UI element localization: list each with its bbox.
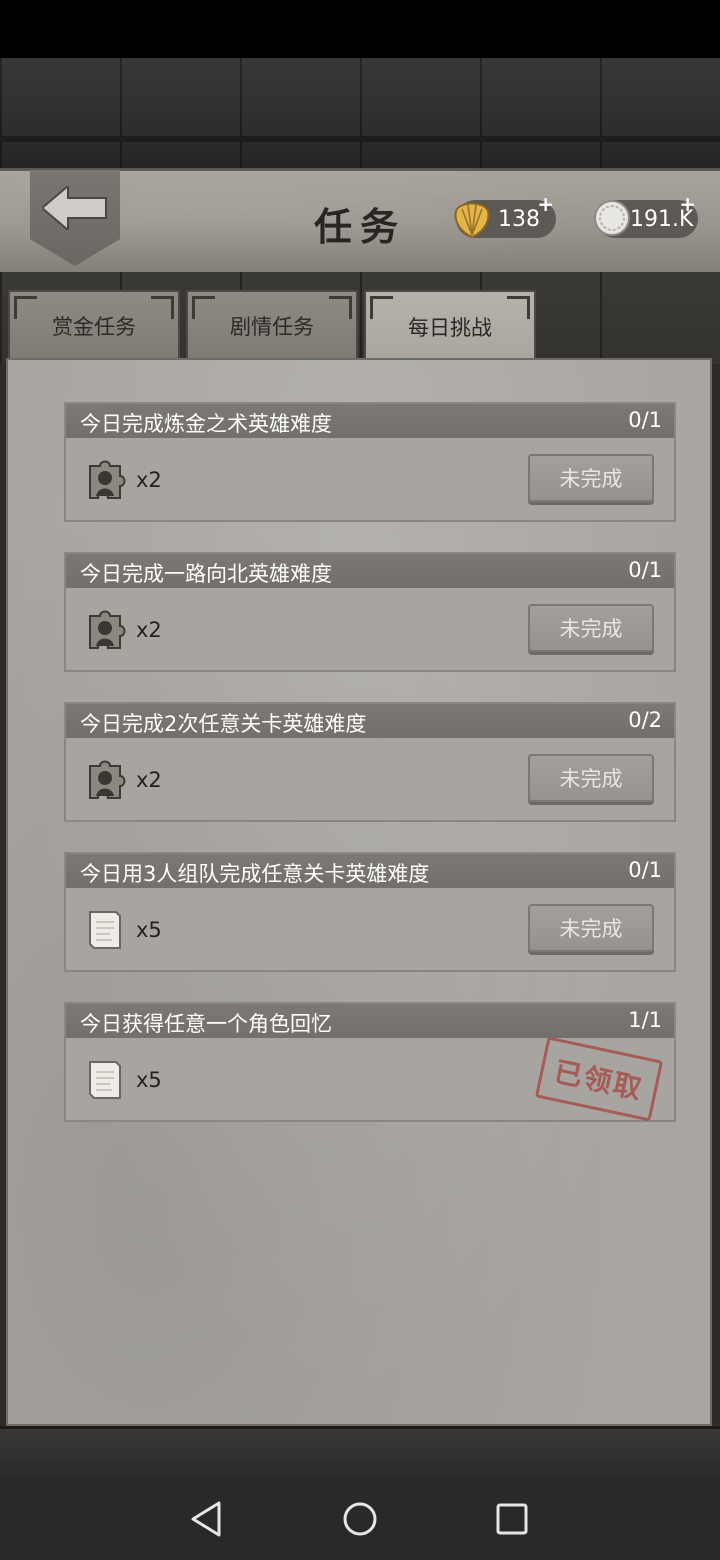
status-button[interactable]: 未完成: [528, 754, 654, 802]
task-card: 今日获得任意一个角色回忆 1/1 x5 已领取: [64, 1002, 676, 1122]
reward-quantity: x2: [136, 618, 162, 642]
tab-bounty[interactable]: 赏金任务: [8, 290, 180, 360]
task-progress: 0/1: [628, 408, 662, 432]
task-header: 今日获得任意一个角色回忆 1/1: [66, 1004, 674, 1038]
nav-recents-icon[interactable]: [490, 1497, 534, 1541]
task-title: 今日完成炼金之术英雄难度: [80, 412, 332, 436]
reward-quantity: x2: [136, 768, 162, 792]
shell-count: 138: [498, 206, 540, 232]
task-title: 今日完成2次任意关卡英雄难度: [80, 712, 367, 736]
paper-scroll-icon: [89, 1061, 121, 1099]
task-card: 今日完成2次任意关卡英雄难度 0/2 x2 未完成: [64, 702, 676, 822]
task-progress: 0/1: [628, 858, 662, 882]
task-title: 今日获得任意一个角色回忆: [80, 1012, 332, 1036]
puzzle-portrait-icon: [89, 610, 126, 649]
status-button[interactable]: 未完成: [528, 604, 654, 652]
claimed-stamp: 已领取: [534, 1036, 664, 1122]
task-header: 今日完成2次任意关卡英雄难度 0/2: [66, 704, 674, 738]
status-button[interactable]: 未完成: [528, 904, 654, 952]
arrow-left-icon: [42, 186, 107, 230]
task-card: 今日完成炼金之术英雄难度 0/1 x2 未完成: [64, 402, 676, 522]
tab-daily[interactable]: 每日挑战: [364, 290, 536, 362]
reward-quantity: x5: [136, 918, 162, 942]
task-panel: 今日完成炼金之术英雄难度 0/1 x2 未完成 今日完成一路向北英雄难度 0/1…: [6, 358, 712, 1426]
coin-icon: [592, 197, 632, 245]
puzzle-portrait-icon: [89, 760, 126, 799]
task-header: 今日用3人组队完成任意关卡英雄难度 0/1: [66, 854, 674, 888]
page-title: 任务: [313, 204, 406, 249]
reward-quantity: x2: [136, 468, 162, 492]
wood-background: [0, 58, 720, 170]
task-title: 今日用3人组队完成任意关卡英雄难度: [80, 862, 430, 886]
task-header: 今日完成炼金之术英雄难度 0/1: [66, 404, 674, 438]
wood-background-bottom: [0, 1426, 720, 1481]
nav-back-icon[interactable]: [184, 1497, 228, 1541]
paper-scroll-icon: [89, 911, 121, 949]
status-button[interactable]: 未完成: [528, 454, 654, 502]
nav-home-icon[interactable]: [338, 1497, 382, 1541]
task-card: 今日完成一路向北英雄难度 0/1 x2 未完成: [64, 552, 676, 672]
task-card: 今日用3人组队完成任意关卡英雄难度 0/1 x5 未完成: [64, 852, 676, 972]
task-progress: 0/2: [628, 708, 662, 732]
add-shells-icon[interactable]: +: [537, 192, 554, 216]
shell-currency[interactable]: 138 +: [454, 192, 556, 239]
reward-quantity: x5: [136, 1068, 162, 1092]
add-coins-icon[interactable]: +: [679, 192, 696, 216]
task-header: 今日完成一路向北英雄难度 0/1: [66, 554, 674, 588]
task-progress: 0/1: [628, 558, 662, 582]
puzzle-portrait-icon: [89, 460, 126, 499]
task-progress: 1/1: [628, 1008, 662, 1032]
task-title: 今日完成一路向北英雄难度: [80, 562, 332, 586]
coin-currency[interactable]: 191.K +: [594, 192, 698, 238]
tab-story[interactable]: 剧情任务: [186, 290, 358, 360]
shell-icon: [452, 197, 492, 245]
status-bar: [0, 0, 720, 58]
